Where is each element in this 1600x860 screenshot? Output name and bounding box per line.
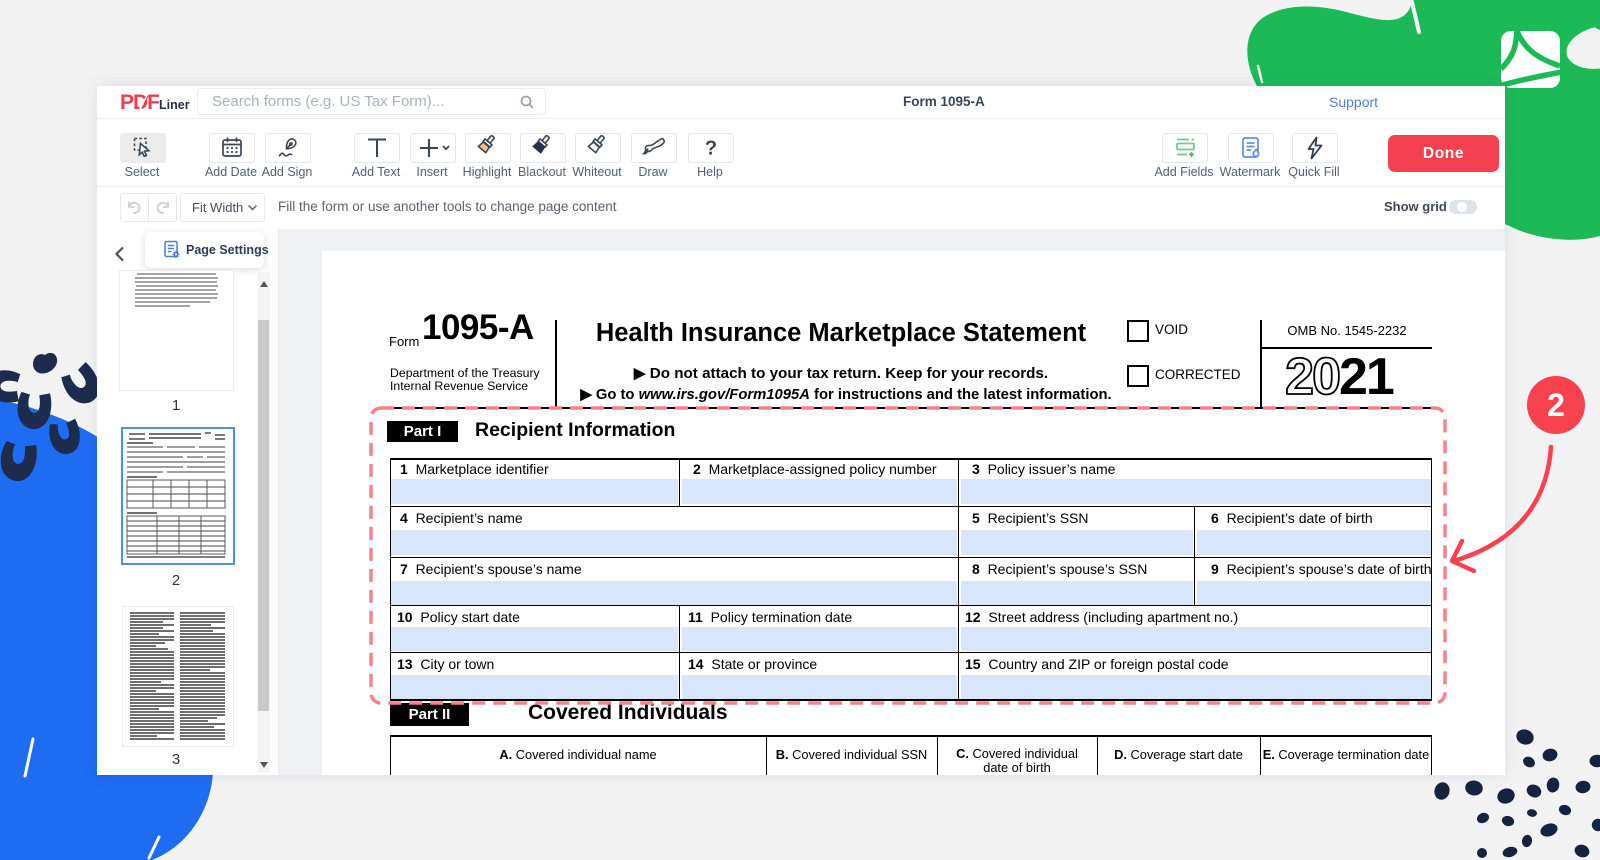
svg-text:2: 2 bbox=[1547, 387, 1565, 423]
